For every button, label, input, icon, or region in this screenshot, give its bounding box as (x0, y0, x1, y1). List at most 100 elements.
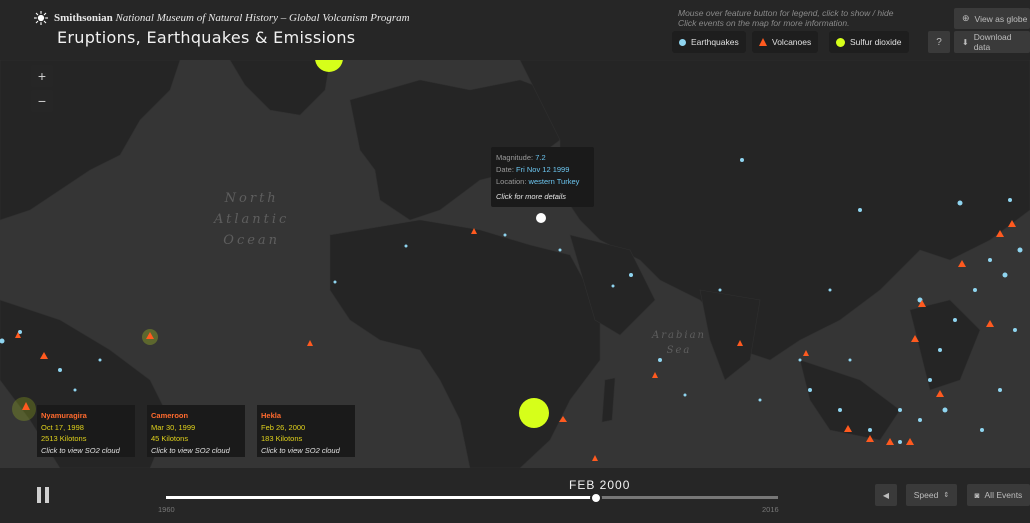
volcano-marker (906, 438, 914, 445)
earthquake-marker (58, 368, 62, 372)
org-subtitle: National Museum of Natural History – Glo… (115, 12, 410, 24)
volcano-marker (737, 340, 743, 346)
earthquakes-toggle[interactable]: Earthquakes (672, 31, 746, 53)
speed-select[interactable]: Speed ⇕ (906, 484, 957, 506)
emission-volcano-name: Nyamuragira (41, 411, 87, 420)
emission-hint: Click to view SO2 cloud (151, 445, 230, 455)
pause-button[interactable] (37, 487, 49, 503)
earthquake-marker (758, 398, 762, 402)
earthquake-marker (558, 248, 562, 252)
step-back-button[interactable]: ◀ (875, 484, 897, 506)
earthquake-marker (928, 378, 932, 382)
emission-card[interactable]: Nyamuragira Oct 17, 1998 2513 Kilotons C… (37, 405, 135, 457)
event-tooltip[interactable]: Magnitude: 7.2 Date: Fri Nov 12 1999 Loc… (491, 147, 594, 207)
pause-icon (37, 487, 41, 503)
globe-icon: ⊕ (962, 13, 970, 23)
earthquake-dot-icon (679, 38, 686, 46)
earthquake-marker (536, 213, 546, 223)
volcano-marker (936, 390, 944, 397)
earthquake-marker (1008, 198, 1012, 202)
smithsonian-logo: Smithsonian National Museum of Natural H… (34, 11, 410, 25)
emission-date: Oct 17, 1998 (41, 422, 84, 432)
sulfur-dot-icon (836, 37, 845, 47)
tooltip-magnitude-value: 7.2 (535, 153, 546, 162)
tooltip-location-row: Location: western Turkey (496, 176, 589, 188)
emission-volcano-name: Cameroon (151, 411, 189, 420)
earthquake-marker (998, 388, 1002, 392)
tooltip-magnitude-row: Magnitude: 7.2 (496, 152, 589, 164)
volcano-marker (958, 260, 966, 267)
earthquake-marker (404, 244, 408, 248)
timeline-current-date: FEB 2000 (569, 478, 631, 492)
volcano-marker (559, 416, 567, 422)
earthquakes-label: Earthquakes (691, 37, 739, 47)
tooltip-magnitude-label: Magnitude: (496, 153, 534, 162)
zoom-in-button[interactable]: + (31, 65, 53, 87)
volcanoes-toggle[interactable]: Volcanoes (752, 31, 819, 53)
volcano-marker (803, 350, 809, 356)
tooltip-location-value: western Turkey (528, 177, 580, 186)
emission-date: Mar 30, 1999 (151, 422, 196, 432)
emission-card[interactable]: Cameroon Mar 30, 1999 45 Kilotons Click … (147, 405, 245, 457)
earthquake-marker (938, 348, 942, 352)
so2-cloud-marker (315, 60, 343, 72)
sort-arrows-icon: ⇕ (943, 492, 950, 499)
earthquake-marker (898, 408, 902, 412)
sulfur-dioxide-toggle[interactable]: Sulfur dioxide (829, 31, 909, 53)
earthquake-marker (953, 318, 957, 322)
caret-left-icon: ◀ (882, 490, 890, 500)
earthquake-marker (957, 200, 963, 206)
volcano-marker (1008, 220, 1016, 227)
volcano-marker (652, 372, 658, 378)
earthquake-marker (629, 273, 633, 277)
emission-hint: Click to view SO2 cloud (261, 445, 340, 455)
download-data-button[interactable]: ⬇ Download data (954, 31, 1030, 53)
volcano-marker (40, 352, 48, 359)
earthquake-marker (898, 440, 902, 444)
earthquake-marker (1017, 247, 1023, 253)
volcano-marker (866, 435, 874, 442)
volcano-marker (844, 425, 852, 432)
download-label: Download data (973, 32, 1012, 52)
earthquake-marker (942, 407, 948, 413)
download-icon: ⬇ (962, 37, 969, 47)
emission-hint: Click to view SO2 cloud (41, 445, 120, 455)
emission-volcano-name: Hekla (261, 411, 282, 420)
earthquake-marker (1002, 272, 1008, 278)
emission-date: Feb 26, 2000 (261, 422, 306, 432)
earthquake-marker (683, 393, 687, 397)
earthquake-marker (0, 338, 5, 344)
volcano-marker (886, 438, 894, 445)
emission-amount: 183 Kilotons (261, 434, 303, 443)
earthquake-marker (740, 158, 744, 162)
timeline-progress (166, 496, 595, 499)
tooltip-date-row: Date: Fri Nov 12 1999 (496, 164, 589, 176)
timeline-end-year: 2016 (762, 505, 779, 514)
view-as-globe-button[interactable]: ⊕ View as globe (954, 8, 1030, 29)
earthquake-marker (1013, 328, 1017, 332)
emission-amount: 2513 Kilotons (41, 434, 87, 443)
emission-card[interactable]: Hekla Feb 26, 2000 183 Kilotons Click to… (257, 405, 355, 457)
earthquake-marker (611, 284, 615, 288)
zoom-out-button[interactable]: − (31, 90, 53, 112)
view-as-globe-label: View as globe (974, 13, 1028, 24)
earthquake-marker (658, 358, 662, 362)
help-label: ? (936, 36, 942, 48)
help-button[interactable]: ? (928, 31, 950, 53)
hint-line-2: Click events on the map for more informa… (678, 18, 850, 28)
volcano-marker (996, 230, 1004, 237)
all-events-button[interactable]: ◙ All Events (967, 484, 1030, 506)
legend-hint: Mouse over feature button for legend, cl… (678, 8, 893, 28)
earthquake-marker (858, 208, 862, 212)
timeline-slider[interactable] (166, 492, 778, 504)
volcano-marker (911, 335, 919, 342)
earthquake-marker (918, 418, 922, 422)
tooltip-location-label: Location: (496, 177, 527, 186)
earthquake-marker (98, 358, 102, 362)
earthquake-marker (980, 428, 984, 432)
volcano-marker (307, 340, 313, 346)
earthquake-marker (798, 358, 802, 362)
earthquake-marker (828, 288, 832, 292)
sun-logo-icon (34, 11, 48, 25)
volcano-marker (592, 455, 598, 461)
